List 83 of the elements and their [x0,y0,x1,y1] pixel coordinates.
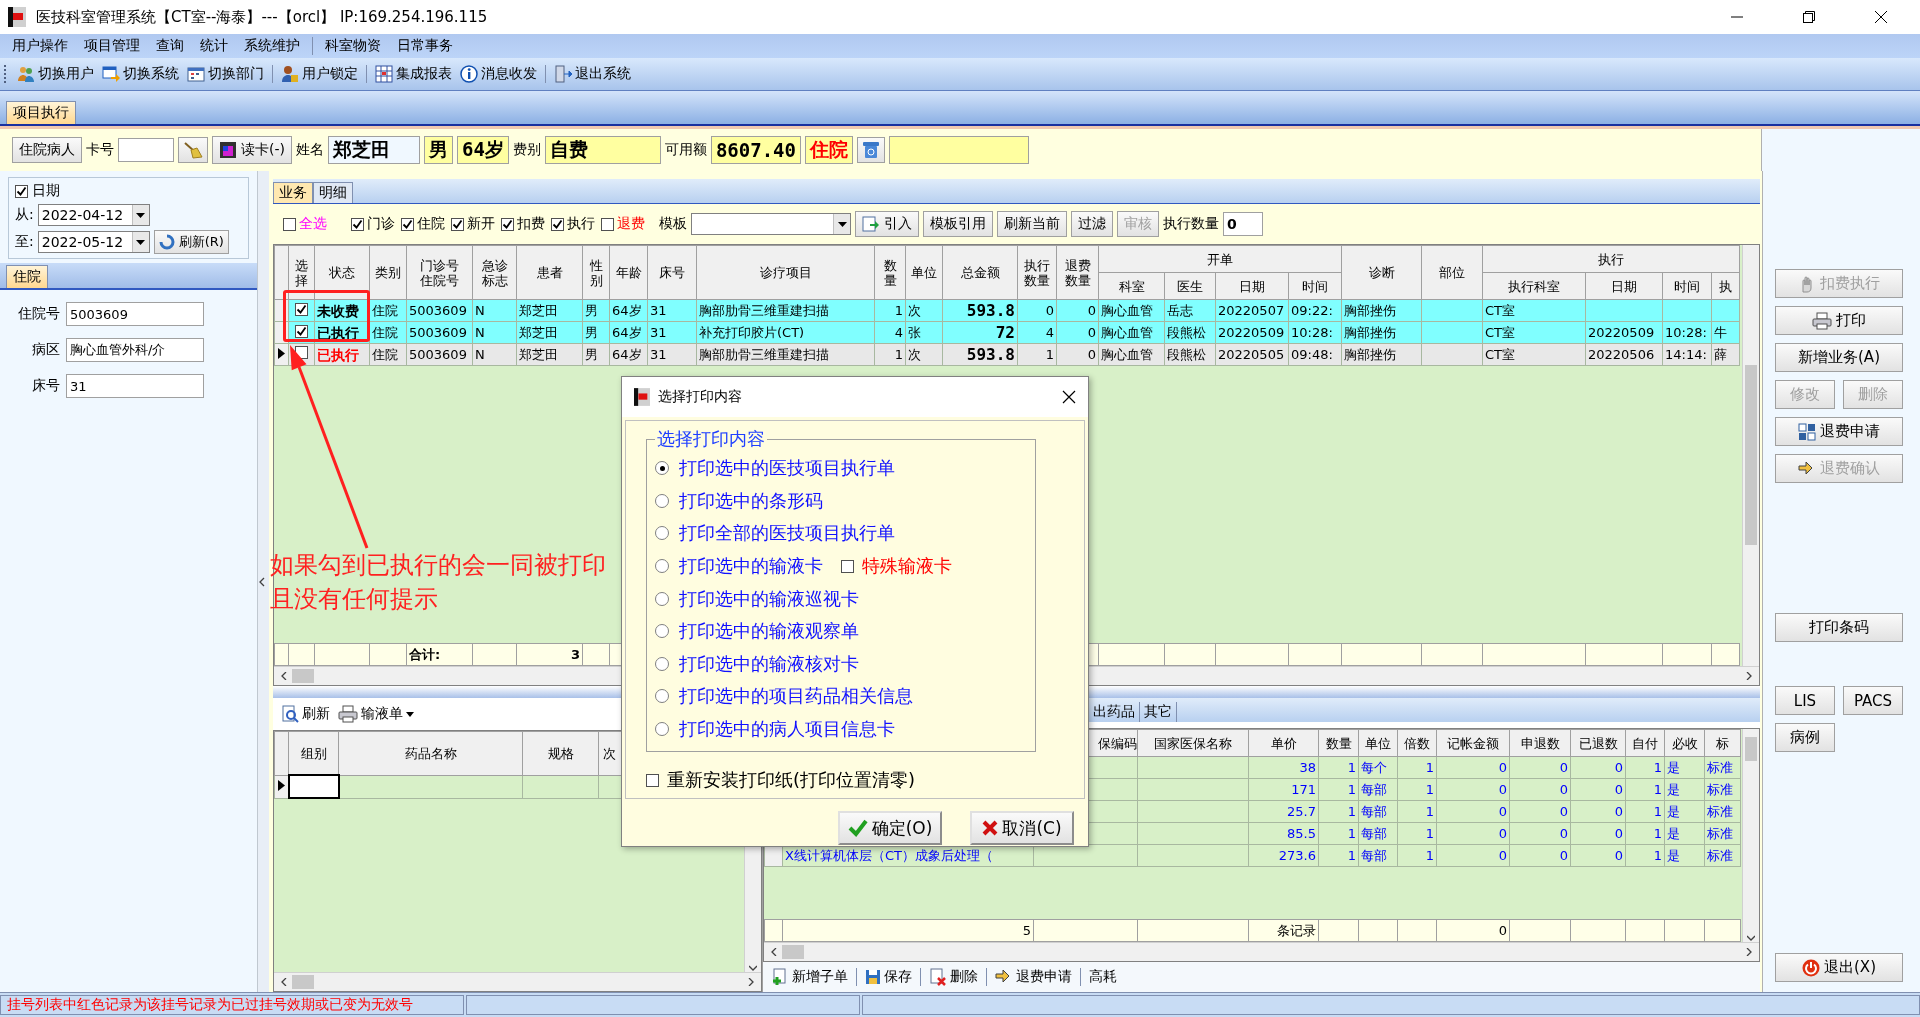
column-header: 单价 [1248,729,1319,757]
column-header: 性别 [582,245,610,300]
total-amount: 0 [1436,919,1510,942]
column-header: 规格 [522,731,599,775]
column-header: 年龄 [609,245,648,300]
from-label: 从: [15,206,34,224]
table-cell: 胸部肋骨三维重建扫描 [696,299,875,322]
column-header: 单位 [1358,729,1398,757]
dialog-title: 选择打印内容 [658,388,742,406]
filter-label: 新开 [467,215,495,233]
column-header: 执行科室 [1482,272,1586,300]
table-cell: 补充打印胶片(CT) [696,321,875,344]
option-label: 打印全部的医技项目执行单 [679,521,895,546]
fee-type: 自费 [544,136,661,164]
status-message: 挂号列表中红色记录为该挂号记录为已过挂号效期或已变为无效号 [0,995,464,1015]
column-header: 科室 [1098,272,1165,300]
date-filter-label: 日期 [32,182,60,200]
column-header: 床号 [647,245,697,300]
column-header: 申退数 [1509,729,1571,757]
column-header: 日期 [1215,272,1289,300]
card-label: 卡号 [86,141,114,159]
column-header: 诊疗项目 [696,245,875,300]
patient-name: 郑芝田 [328,136,420,164]
record-label: 条记录 [1248,919,1319,942]
field-label: 床号 [31,377,60,395]
group-title: 选择打印内容 [655,427,767,451]
column-header: 开单 [1098,245,1342,273]
record-count: 5 [782,919,1034,942]
column-header: 患者 [516,245,583,300]
option-label: 打印选中的条形码 [679,488,823,513]
to-label: 至: [15,233,34,251]
field-label: 住院号 [17,305,60,323]
option-label: 打印选中的输液巡视卡 [679,586,859,611]
annotation-text: 如果勾到已执行的会一同被打印且没有任何提示 [270,550,607,615]
option-label: 打印选中的输液核对卡 [679,651,859,676]
column-header: 记帐金额 [1436,729,1510,757]
filter-label: 住院 [417,215,445,233]
balance-value: 8607.40 [710,136,801,164]
column-header: 急诊标志 [472,245,517,300]
column-header: 门诊号住院号 [406,245,473,300]
column-header: 已退数 [1570,729,1626,757]
filter-label: 门诊 [367,215,395,233]
filter-label: 退费 [617,215,645,233]
column-header: 状态 [314,245,370,300]
column-header: 标 [1704,729,1741,757]
template-label: 模板 [659,215,687,233]
column-header: 必收 [1664,729,1705,757]
column-header: 单位 [905,245,943,300]
balance-label: 可用额 [664,141,707,159]
column-header: 日期 [1585,272,1663,300]
column-header: 组别 [288,731,339,775]
table-cell: 胸部肋骨三维重建扫描 [696,343,875,366]
column-header: 部位 [1421,245,1483,300]
patient-sex: 男 [424,136,453,164]
column-header: 药品名称 [338,731,523,775]
column-header: 诊断 [1341,245,1422,300]
column-header: 倍数 [1397,729,1437,757]
column-header: 类别 [369,245,407,300]
total-label: 合计: [406,643,473,666]
column-header: 执行数量 [1017,245,1057,300]
option-label: 打印选中的项目药品相关信息 [679,684,913,709]
filter-label: 全选 [299,215,327,233]
filter-label: 扣费 [517,215,545,233]
column-header: 自付 [1625,729,1665,757]
column-header: 数量 [874,245,906,300]
option-label: 特殊输液卡 [862,554,952,579]
patient-age: 64岁 [457,136,509,164]
column-header: 退费数量 [1056,245,1099,300]
name-label: 姓名 [296,141,324,159]
column-header: 总金额 [942,245,1018,300]
column-header: 国家医保名称 [1137,729,1249,757]
visit-type: 住院 [804,136,853,164]
column-header: 数量 [1318,729,1359,757]
option-label: 打印选中的医技项目执行单 [679,456,895,481]
window-title: 医技科室管理系统【CT室--海泰】---【orcl】 IP:169.254.196.115 [36,7,488,27]
option-label: 打印选中的输液卡 [679,554,823,579]
field-label: 病区 [31,341,60,359]
total-count: 3 [516,643,583,666]
filter-label: 执行 [567,215,595,233]
column-header: 执行 [1482,245,1740,273]
fee-type-label: 费别 [512,141,541,159]
option-label: 打印选中的输液观察单 [679,619,859,644]
exec-count-label: 执行数量 [1163,215,1219,233]
